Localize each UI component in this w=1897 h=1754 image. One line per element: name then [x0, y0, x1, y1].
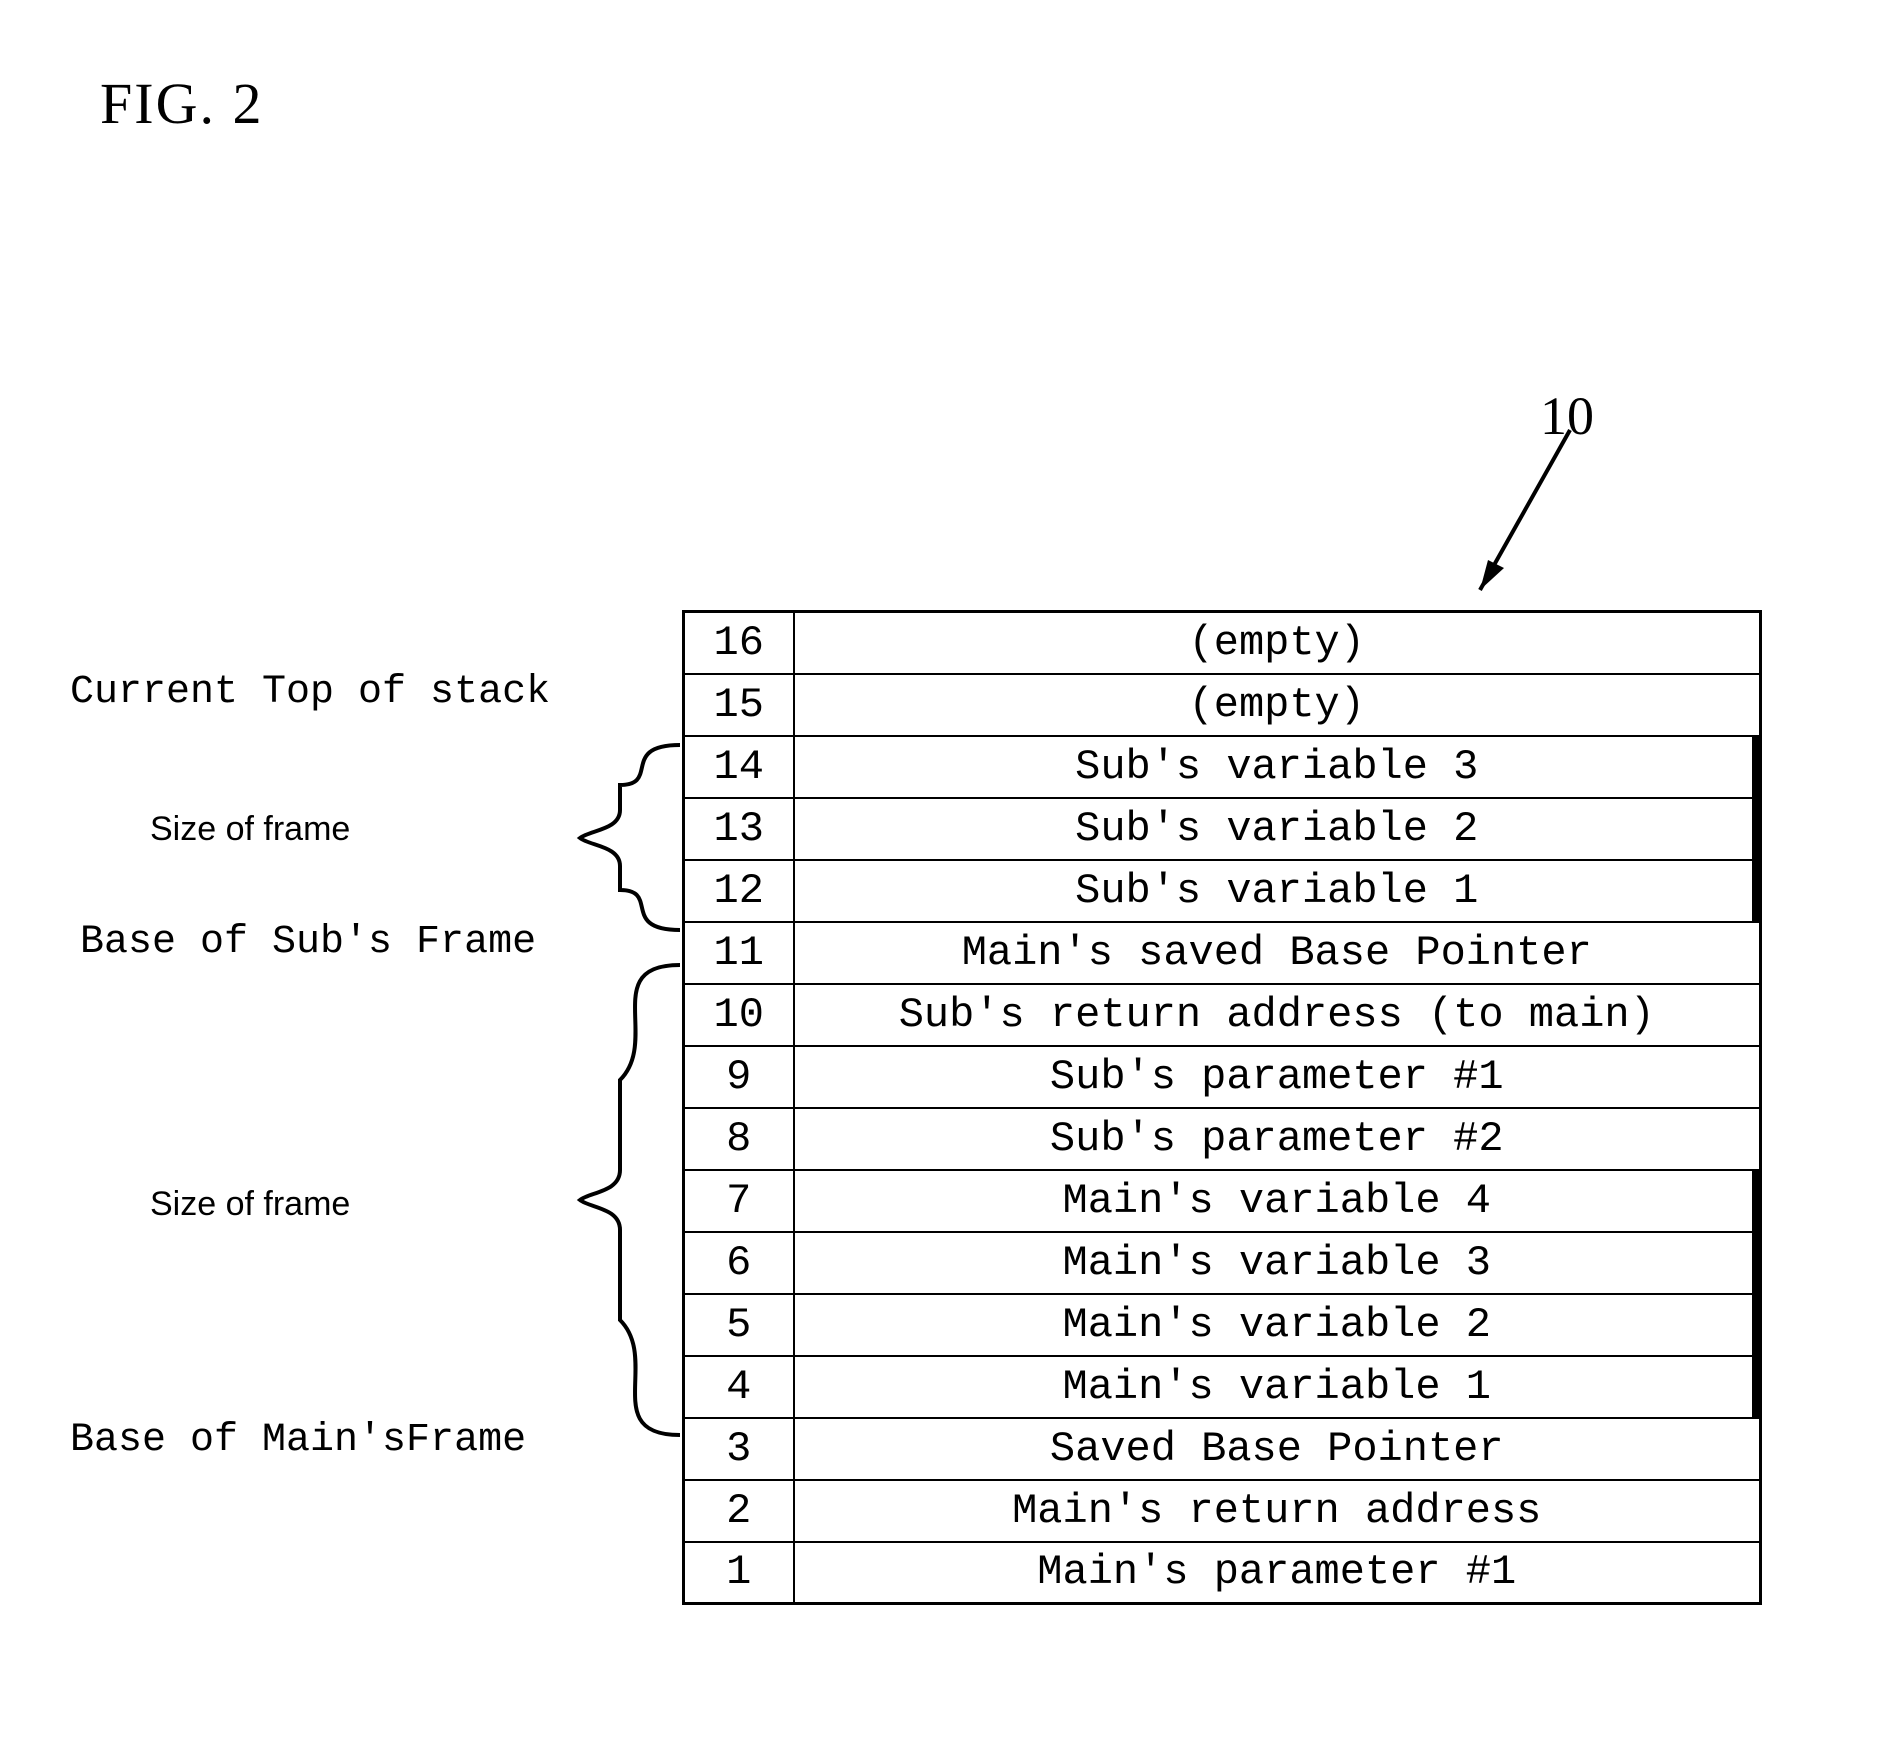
- label-base-main: Base of Main'sFrame: [70, 1418, 526, 1463]
- brace-lower-icon: [500, 960, 690, 1445]
- stack-address: 2: [684, 1480, 794, 1542]
- stack-description: Sub's variable 3: [794, 736, 1761, 798]
- table-row: 15(empty): [684, 674, 1761, 736]
- stack-table-container: 16(empty)15(empty)14Sub's variable 313Su…: [682, 610, 1762, 1605]
- stack-address: 11: [684, 922, 794, 984]
- brace-upper-icon: [500, 740, 690, 940]
- stack-description: Main's variable 1: [794, 1356, 1761, 1418]
- table-row: 3Saved Base Pointer: [684, 1418, 1761, 1480]
- stack-description: Sub's return address (to main): [794, 984, 1761, 1046]
- label-top-of-stack: Current Top of stack: [70, 670, 550, 715]
- stack-description: (empty): [794, 612, 1761, 674]
- table-row: 10Sub's return address (to main): [684, 984, 1761, 1046]
- table-row: 14Sub's variable 3: [684, 736, 1761, 798]
- stack-description: Main's variable 2: [794, 1294, 1761, 1356]
- figure-title: FIG. 2: [100, 70, 263, 137]
- table-row: 1Main's parameter #1: [684, 1542, 1761, 1604]
- table-row: 8Sub's parameter #2: [684, 1108, 1761, 1170]
- table-row: 5Main's variable 2: [684, 1294, 1761, 1356]
- stack-description: Sub's variable 2: [794, 798, 1761, 860]
- table-row: 12Sub's variable 1: [684, 860, 1761, 922]
- table-row: 11Main's saved Base Pointer: [684, 922, 1761, 984]
- stack-address: 1: [684, 1542, 794, 1604]
- stack-address: 13: [684, 798, 794, 860]
- table-row: 4Main's variable 1: [684, 1356, 1761, 1418]
- stack-description: Main's saved Base Pointer: [794, 922, 1761, 984]
- stack-description: Saved Base Pointer: [794, 1418, 1761, 1480]
- stack-address: 14: [684, 736, 794, 798]
- table-row: 7Main's variable 4: [684, 1170, 1761, 1232]
- stack-address: 7: [684, 1170, 794, 1232]
- stack-description: Main's return address: [794, 1480, 1761, 1542]
- reference-arrow-icon: [1460, 420, 1600, 625]
- stack-description: Sub's variable 1: [794, 860, 1761, 922]
- table-row: 13Sub's variable 2: [684, 798, 1761, 860]
- stack-description: Main's variable 4: [794, 1170, 1761, 1232]
- stack-address: 3: [684, 1418, 794, 1480]
- label-size-of-frame-lower: Size of frame: [150, 1185, 350, 1224]
- stack-address: 12: [684, 860, 794, 922]
- stack-address: 4: [684, 1356, 794, 1418]
- stack-description: Main's parameter #1: [794, 1542, 1761, 1604]
- table-row: 9Sub's parameter #1: [684, 1046, 1761, 1108]
- table-row: 16(empty): [684, 612, 1761, 674]
- table-row: 6Main's variable 3: [684, 1232, 1761, 1294]
- stack-address: 6: [684, 1232, 794, 1294]
- stack-description: Sub's parameter #2: [794, 1108, 1761, 1170]
- table-row: 2Main's return address: [684, 1480, 1761, 1542]
- stack-address: 8: [684, 1108, 794, 1170]
- stack-address: 5: [684, 1294, 794, 1356]
- stack-address: 15: [684, 674, 794, 736]
- label-base-sub: Base of Sub's Frame: [80, 920, 536, 965]
- stack-table: 16(empty)15(empty)14Sub's variable 313Su…: [682, 610, 1762, 1605]
- stack-description: Sub's parameter #1: [794, 1046, 1761, 1108]
- stack-address: 9: [684, 1046, 794, 1108]
- label-size-of-frame-upper: Size of frame: [150, 810, 350, 849]
- stack-address: 10: [684, 984, 794, 1046]
- stack-description: Main's variable 3: [794, 1232, 1761, 1294]
- stack-description: (empty): [794, 674, 1761, 736]
- stack-address: 16: [684, 612, 794, 674]
